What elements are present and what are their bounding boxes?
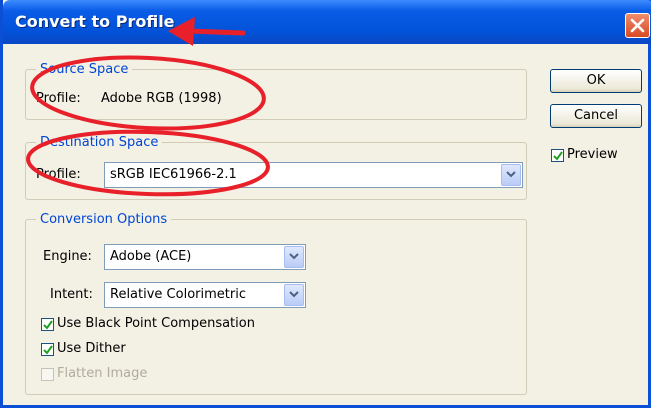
dither-label[interactable]: Use Dither [57,341,126,356]
ok-button[interactable]: OK [550,69,642,93]
preview-checkbox[interactable] [551,149,564,162]
intent-select[interactable]: Relative Colorimetric [104,282,306,308]
black-point-checkbox[interactable] [41,318,54,331]
engine-dropdown-button[interactable] [284,246,304,268]
engine-label: Engine: [43,249,92,264]
destination-dropdown-button[interactable] [501,164,521,186]
intent-dropdown-button[interactable] [284,284,304,306]
title-bar[interactable]: Convert to Profile [3,0,651,44]
source-profile-value: Adobe RGB (1998) [101,91,222,106]
engine-select[interactable]: Adobe (ACE) [104,244,306,270]
flatten-image-checkbox [41,368,54,381]
preview-label[interactable]: Preview [567,147,618,162]
destination-space-legend: Destination Space [40,135,159,150]
destination-profile-value: sRGB IEC61966-2.1 [110,167,237,182]
flatten-image-label: Flatten Image [57,366,148,381]
intent-value: Relative Colorimetric [110,287,246,302]
black-point-label[interactable]: Use Black Point Compensation [57,316,255,331]
dither-checkbox[interactable] [41,343,54,356]
conversion-options-legend: Conversion Options [40,212,168,227]
source-space-legend: Source Space [40,62,129,77]
convert-to-profile-dialog: Convert to Profile Source Space Profile:… [0,0,651,408]
destination-profile-select[interactable]: sRGB IEC61966-2.1 [104,162,523,188]
dialog-title: Convert to Profile [15,12,175,31]
intent-label: Intent: [50,287,93,302]
source-profile-label: Profile: [36,91,81,106]
engine-value: Adobe (ACE) [110,249,192,264]
close-button[interactable] [625,13,650,38]
destination-profile-label: Profile: [36,167,81,182]
cancel-button[interactable]: Cancel [550,104,642,128]
